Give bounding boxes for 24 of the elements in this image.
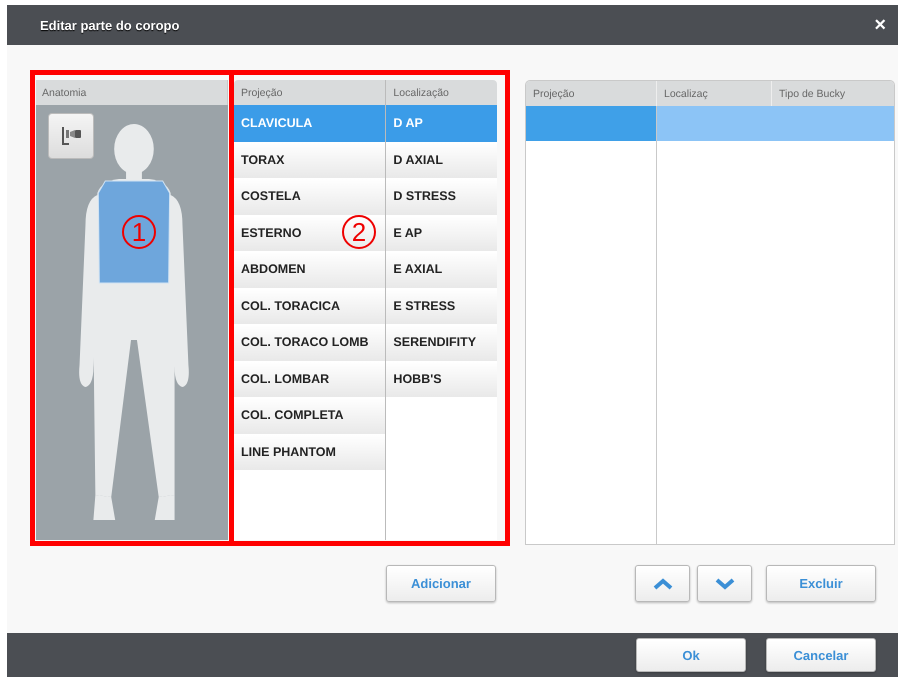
location-row[interactable]: E STRESS [386, 288, 497, 324]
projection-row[interactable]: LINE PHANTOM [234, 434, 386, 470]
projection-row[interactable]: TORAX [234, 142, 386, 178]
move-up-button[interactable] [635, 565, 690, 602]
location-row[interactable]: D AXIAL [386, 142, 497, 178]
view-toggle-button[interactable] [48, 113, 94, 159]
column-header: Anatomia [36, 80, 228, 105]
location-row[interactable]: HOBB'S [386, 360, 497, 397]
column-header: Projeção [532, 86, 576, 102]
projection-row[interactable]: COL. TORACO LOMB [234, 324, 386, 360]
location-row[interactable]: E AP [386, 214, 497, 251]
projection-row[interactable]: COL. COMPLETA [234, 397, 386, 434]
annotation-number: 2 [342, 215, 376, 249]
annotation-number: 1 [122, 215, 156, 249]
close-button[interactable]: × [874, 15, 886, 35]
projection-row[interactable]: COSTELA [234, 178, 386, 214]
projection-row[interactable]: COL. TORACICA [234, 288, 386, 324]
column-header: Projeção [240, 86, 284, 100]
chevron-up-icon [652, 576, 674, 590]
chevron-down-icon [714, 576, 736, 590]
window-title: Editar parte do coropo [40, 18, 180, 32]
projection-row[interactable]: ABDOMEN [234, 251, 386, 288]
projection-row[interactable]: COL. LOMBAR [234, 360, 386, 397]
move-down-button[interactable] [697, 565, 752, 602]
